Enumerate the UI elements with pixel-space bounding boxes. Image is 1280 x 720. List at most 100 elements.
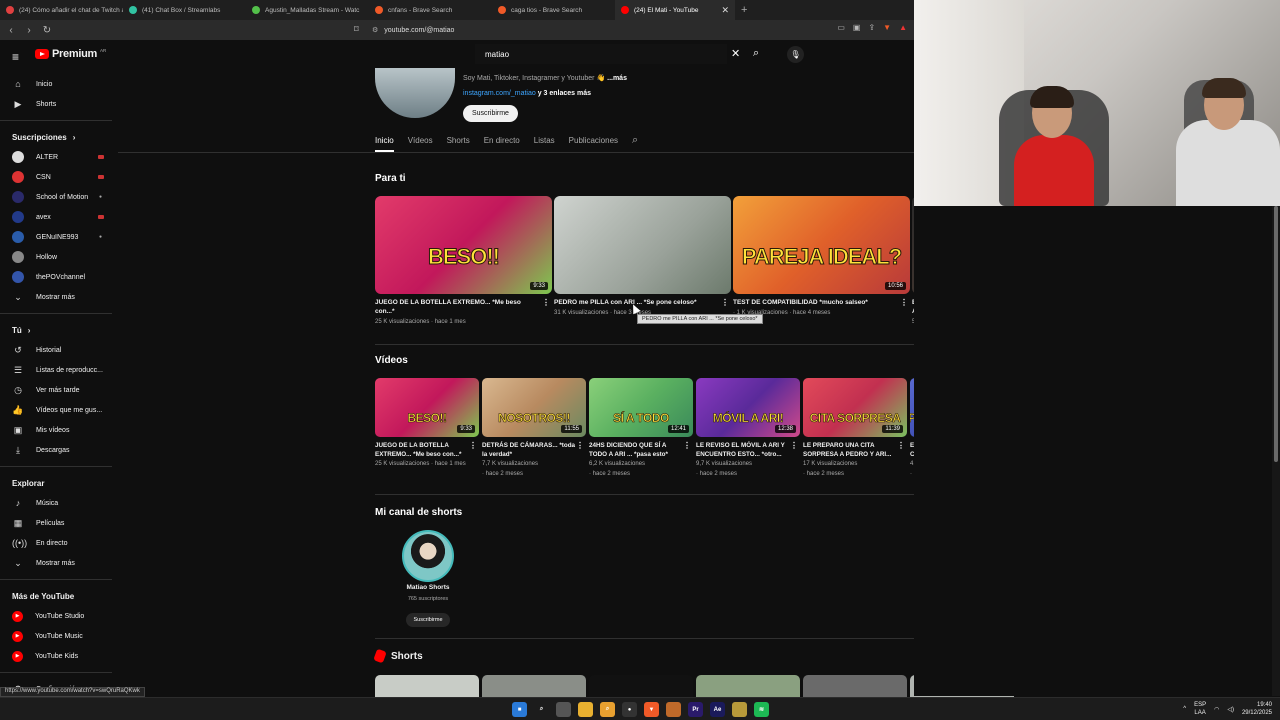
tray-chevron-icon[interactable]: ^ [1183, 706, 1186, 712]
search-icon[interactable]: ⌕ [534, 702, 549, 717]
video-title[interactable]: 24HS DICIENDO QUE SÍ A TODO A ARI ... *p… [589, 441, 693, 459]
wifi-icon[interactable]: ◠ [1214, 706, 1219, 713]
more-options-icon[interactable]: ⋮ [721, 298, 729, 307]
video-thumbnail[interactable]: MÓVIL A ARI! 12:38 [696, 378, 800, 437]
channel-tab[interactable]: En directo [484, 136, 520, 152]
shorts-channel-avatar[interactable] [402, 530, 454, 582]
app-orange-icon[interactable] [666, 702, 681, 717]
video-card[interactable]: PAREJA IDEAL? 10:56 TEST DE COMPATIBILIDAD… [733, 196, 910, 316]
shorts-channel-subscribe-button[interactable]: Suscribirme [406, 613, 450, 627]
video-card[interactable]: PEDRO me PILLA con ARI ... *Se pone celo… [554, 196, 731, 316]
new-tab-icon[interactable]: + [735, 4, 753, 16]
sidebar-item[interactable]: ⤓ Descargas [0, 440, 118, 460]
sidebar-item[interactable]: ▶ YouTube Studio [0, 606, 118, 626]
sidebar-item[interactable]: ▶ YouTube Music [0, 626, 118, 646]
clock[interactable]: 19:40 29/12/2025 [1242, 701, 1272, 717]
url-field[interactable]: ⚙ youtube.com/@matiao [372, 23, 912, 37]
sidebar-item[interactable]: ☰ Listas de reproducc... [0, 360, 118, 380]
obs-icon[interactable]: ● [622, 702, 637, 717]
channel-links[interactable]: instagram.com/_matiao y 3 enlaces más [463, 90, 591, 97]
more-options-icon[interactable]: ⋮ [897, 441, 905, 450]
channel-tab[interactable]: Shorts [447, 136, 470, 152]
channel-tab[interactable]: Inicio [375, 136, 394, 152]
more-options-icon[interactable]: ⋮ [900, 298, 908, 307]
video-thumbnail[interactable]: SÍ A TODO 12:41 [589, 378, 693, 437]
sidebar-subscriptions-header[interactable]: Suscripciones › [0, 127, 118, 147]
short-thumbnail[interactable] [696, 675, 800, 697]
sidebar-item[interactable]: ↺ Historial [0, 340, 118, 360]
brave-rewards-icon[interactable]: ▲ [899, 23, 907, 32]
channel-avatar[interactable] [375, 68, 455, 118]
sidebar-item[interactable]: ⌂ Inicio [0, 74, 118, 94]
pip-icon[interactable]: ▣ [853, 23, 861, 32]
video-title[interactable]: LE REVISO EL MÓVIL A ARI Y ENCUENTRO EST… [696, 441, 800, 459]
more-options-icon[interactable]: ⋮ [683, 441, 691, 450]
spotify-icon[interactable]: ≋ [754, 702, 769, 717]
sidebar-item[interactable]: ▶ YouTube Kids [0, 646, 118, 666]
channel-link[interactable]: instagram.com/_matiao [463, 90, 536, 97]
reload-icon[interactable]: ↻ [42, 25, 52, 36]
more-options-icon[interactable]: ⋮ [542, 298, 550, 307]
shorts-channel-name[interactable]: Matiao Shorts [375, 584, 481, 591]
app-yellow-icon[interactable] [732, 702, 747, 717]
sidebar-subscription[interactable]: Hollow [0, 247, 118, 267]
video-thumbnail[interactable]: BESO!! 9:33 [375, 196, 552, 294]
subscribe-button[interactable]: Suscribirme [463, 105, 518, 122]
browser-tab[interactable]: Agustin_Malladas Stream - Watc [246, 0, 369, 20]
video-title[interactable]: PEDRO me PILLA con ARI ... *Se pone celo… [554, 298, 731, 307]
video-card[interactable]: NOSOTROS!! 11:55 DETRÁS DE CÁMARAS... *tod… [482, 378, 586, 479]
sidebar-show-more[interactable]: ⌄ Mostrar más [0, 287, 118, 307]
share-icon[interactable]: ⇪ [868, 23, 875, 32]
channel-description[interactable]: Soy Mati, Tiktoker, Instagramer y Youtub… [463, 74, 627, 82]
clear-search-icon[interactable]: ✕ [731, 47, 740, 60]
language-indicator[interactable]: ESP LAA [1194, 701, 1206, 717]
video-thumbnail[interactable]: PAREJA IDEAL? 10:56 [733, 196, 910, 294]
scrollbar-thumb[interactable] [1274, 206, 1278, 462]
cast-icon[interactable]: ▭ [837, 23, 845, 32]
short-thumbnail[interactable] [375, 675, 479, 697]
after-effects-icon[interactable]: Ae [710, 702, 725, 717]
search-app-icon[interactable]: ⌕ [600, 702, 615, 717]
video-card[interactable]: BESO!! 9:33 JUEGO DE LA BOTELLA EXTREMO...… [375, 196, 552, 325]
browser-tab[interactable]: caga tios - Brave Search [492, 0, 615, 20]
site-settings-icon[interactable]: ⚙ [372, 26, 378, 34]
menu-icon[interactable]: ≡ [12, 50, 19, 64]
browser-tab[interactable]: (24) Cómo añadir el chat de Twitch a [0, 0, 123, 20]
youtube-logo[interactable]: Premium AR [35, 48, 106, 60]
more-options-icon[interactable]: ⋮ [469, 441, 477, 450]
more-options-icon[interactable]: ⋮ [790, 441, 798, 450]
channel-tab[interactable]: Publicaciones [569, 136, 618, 152]
sidebar-subscription[interactable]: CSN [0, 167, 118, 187]
video-title[interactable]: JUEGO DE LA BOTELLA EXTREMO... *Me beso … [375, 441, 479, 459]
search-input[interactable] [475, 44, 727, 64]
video-title[interactable]: JUEGO DE LA BOTELLA EXTREMO... *Me beso … [375, 298, 552, 316]
windows-start-icon[interactable]: ■ [512, 702, 527, 717]
video-card[interactable]: CITA SORPRESA 11:39 LE PREPARO UNA CITA SO… [803, 378, 907, 479]
sidebar-item[interactable]: 👍 Vídeos que me gus... [0, 400, 118, 420]
sidebar-subscription[interactable]: School of Motion ● [0, 187, 118, 207]
sidebar-subscription[interactable]: thePOVchannel [0, 267, 118, 287]
search-icon[interactable]: ⌕ [753, 47, 759, 60]
video-thumbnail[interactable]: CITA SORPRESA 11:39 [803, 378, 907, 437]
volume-icon[interactable]: ◁) [1227, 706, 1234, 713]
close-tab-icon[interactable]: ✕ [721, 5, 729, 16]
short-thumbnail[interactable] [589, 675, 693, 697]
sidebar-item[interactable]: ♪ Música [0, 493, 118, 513]
back-icon[interactable]: ‹ [6, 25, 16, 36]
browser-tab[interactable]: (24) El Mati - YouTube ✕ [615, 0, 735, 20]
video-card[interactable]: MÓVIL A ARI! 12:38 LE REVISO EL MÓVIL A AR… [696, 378, 800, 479]
task-view-icon[interactable] [556, 702, 571, 717]
forward-icon[interactable]: › [24, 25, 34, 36]
sidebar-subscription[interactable]: avex [0, 207, 118, 227]
video-thumbnail[interactable]: NOSOTROS!! 11:55 [482, 378, 586, 437]
file-explorer-icon[interactable] [578, 702, 593, 717]
search-icon[interactable]: ⌕ [632, 134, 638, 154]
channel-tab[interactable]: Listas [534, 136, 555, 152]
brave-shields-icon[interactable]: ▼ [883, 23, 891, 32]
sidebar-item[interactable]: ▦ Películas [0, 513, 118, 533]
sidebar-subscription[interactable]: GENuINE993 ● [0, 227, 118, 247]
microphone-icon[interactable]: 🎙 [787, 46, 804, 63]
video-title[interactable]: TEST DE COMPATIBILIDAD *mucho salseo* ⋮ [733, 298, 910, 307]
video-card[interactable]: SÍ A TODO 12:41 24HS DICIENDO QUE SÍ A TOD… [589, 378, 693, 479]
sidebar-subscription[interactable]: ALTER [0, 147, 118, 167]
